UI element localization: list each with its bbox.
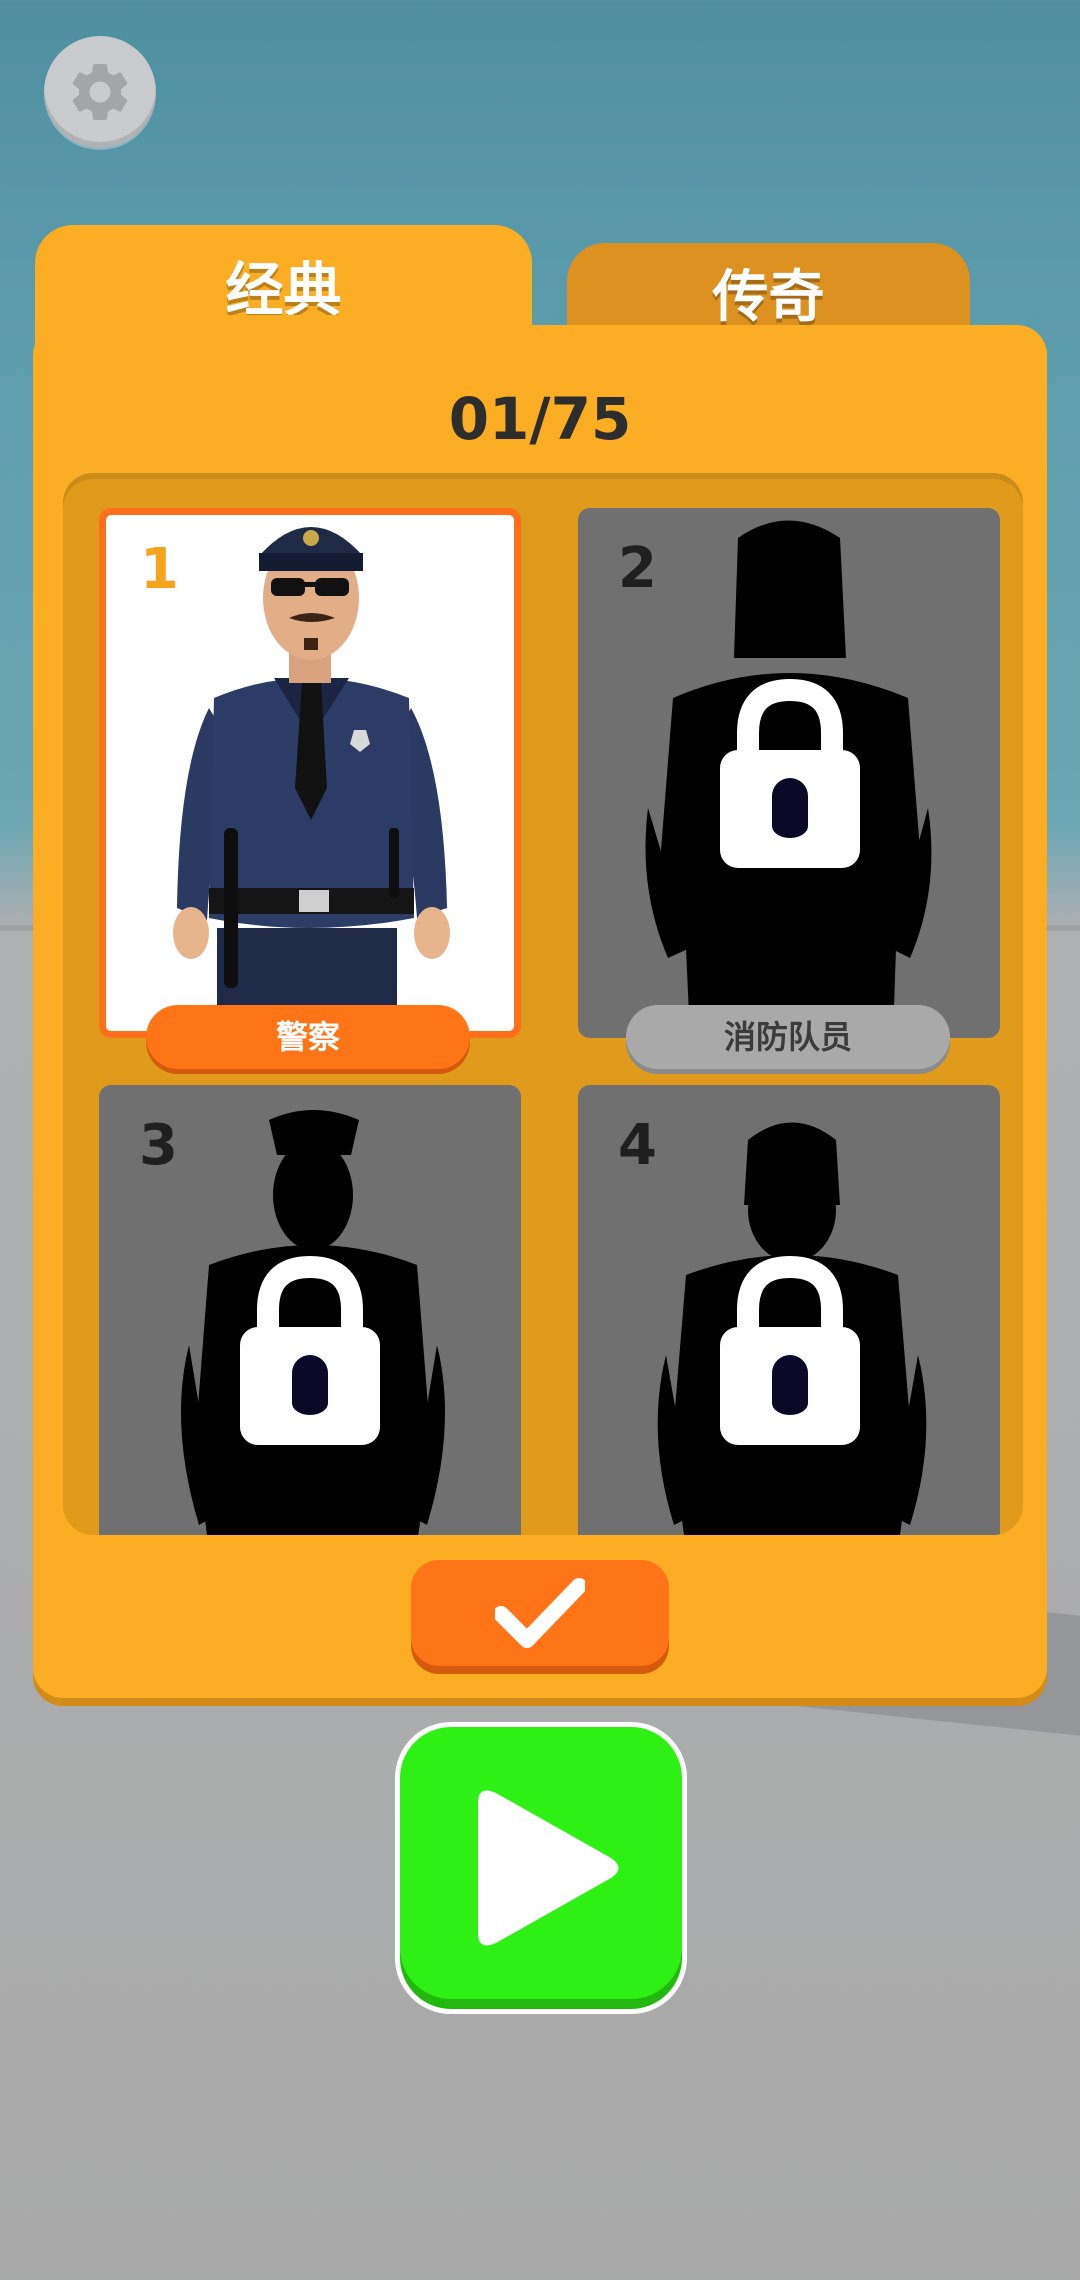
confirm-button[interactable] bbox=[411, 1560, 669, 1666]
character-card-3[interactable]: 3 bbox=[99, 1085, 521, 1535]
character-card-4[interactable]: 4 bbox=[578, 1085, 1000, 1535]
play-icon bbox=[478, 1790, 619, 1946]
lock-icon bbox=[720, 1255, 860, 1445]
character-panel: 01/75 1 警察 2 消防队员 3 4 bbox=[33, 315, 1047, 1698]
lock-icon bbox=[720, 678, 860, 868]
card-number: 2 bbox=[618, 536, 657, 601]
lock-icon bbox=[240, 1255, 380, 1445]
settings-button[interactable] bbox=[44, 36, 156, 148]
card-name-firefighter: 消防队员 bbox=[626, 1005, 950, 1069]
character-card-firefighter[interactable]: 2 bbox=[578, 508, 1000, 1038]
gear-icon bbox=[72, 63, 128, 120]
tab-join bbox=[35, 315, 532, 345]
tab-legend-label: 传奇 bbox=[712, 265, 825, 330]
tab-classic-label: 经典 bbox=[225, 256, 342, 324]
card-number: 4 bbox=[618, 1113, 657, 1178]
character-grid[interactable]: 1 警察 2 消防队员 3 4 bbox=[63, 473, 1023, 1535]
card-number: 1 bbox=[140, 537, 179, 602]
card-number: 3 bbox=[139, 1113, 178, 1178]
card-name-police: 警察 bbox=[146, 1005, 470, 1069]
character-card-police[interactable]: 1 bbox=[99, 508, 521, 1038]
checkmark-icon bbox=[495, 1578, 585, 1648]
collection-counter: 01/75 bbox=[448, 385, 632, 453]
play-button[interactable] bbox=[395, 1722, 687, 2014]
